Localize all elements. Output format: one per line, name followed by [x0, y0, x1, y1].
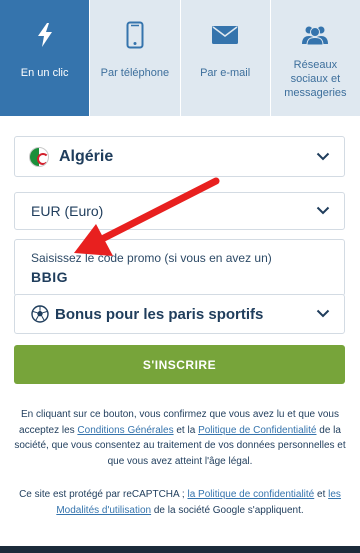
country-select[interactable]: Algérie [14, 136, 345, 177]
recaptcha-text: Ce site est protégé par reCAPTCHA ; [19, 489, 188, 500]
lightning-icon [34, 18, 56, 52]
promo-code-value: BBIG [31, 268, 68, 285]
bottom-bar [0, 546, 360, 553]
users-icon [301, 18, 329, 52]
registration-method-tabs: En un clic Par téléphone Par e-mail Rése… [0, 0, 360, 116]
tab-label: Par téléphone [100, 67, 170, 79]
country-value: Algérie [59, 147, 114, 165]
terms-text: et la [173, 424, 199, 436]
privacy-policy-link[interactable]: Politique de Confidentialité [198, 425, 316, 436]
tab-label: En un clic [20, 67, 69, 79]
envelope-icon [211, 18, 239, 52]
tab-label: Réseaux sociaux et messageries [284, 59, 347, 99]
google-privacy-link[interactable]: la Politique de confidentialité [187, 489, 314, 500]
tab-phone[interactable]: Par téléphone [90, 0, 181, 116]
bonus-value: Bonus pour les paris sportifs [55, 305, 264, 323]
recaptcha-notice: Ce site est protégé par reCAPTCHA ; la P… [12, 487, 348, 518]
currency-select[interactable]: EUR (Euro) [14, 192, 345, 230]
recaptcha-text: et [314, 489, 329, 500]
registration-form: Algérie EUR (Euro) Saisissez le code pro… [0, 116, 360, 546]
tab-social[interactable]: Réseaux sociaux et messageries [271, 0, 360, 116]
algeria-flag-icon [29, 146, 49, 167]
currency-value: EUR (Euro) [31, 203, 104, 219]
register-button[interactable]: S'INSCRIRE [14, 345, 345, 384]
recaptcha-text: de la société Google s'appliquent. [151, 504, 304, 516]
tab-one-click[interactable]: En un clic [0, 0, 91, 116]
chevron-down-icon [316, 202, 330, 220]
terms-notice: En cliquant sur ce bouton, vous confirme… [12, 407, 348, 469]
tab-label: Par e-mail [200, 67, 251, 79]
chevron-down-icon [316, 148, 330, 166]
promo-code-label: Saisissez le code promo (si vous en avez… [31, 250, 272, 265]
soccer-ball-icon [31, 305, 49, 323]
tab-email[interactable]: Par e-mail [181, 0, 271, 116]
phone-icon [126, 18, 144, 52]
bonus-select[interactable]: Bonus pour les paris sportifs [14, 294, 345, 334]
terms-link[interactable]: Conditions Générales [77, 425, 173, 436]
promo-code-input[interactable]: Saisissez le code promo (si vous en avez… [14, 239, 345, 296]
chevron-down-icon [316, 305, 330, 323]
